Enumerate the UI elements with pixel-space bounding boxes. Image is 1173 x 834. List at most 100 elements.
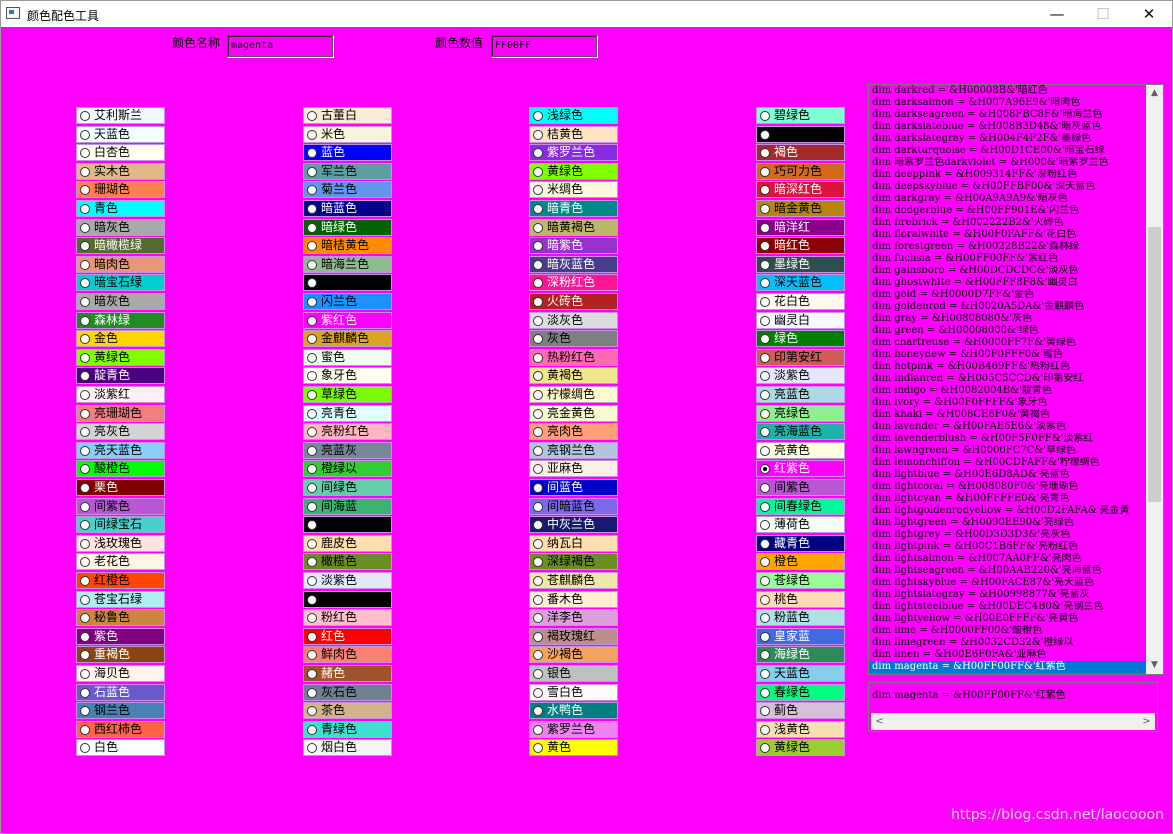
radio-button-icon[interactable] [307, 464, 317, 475]
radio-button-icon[interactable] [80, 501, 90, 512]
color-option[interactable]: 暗金黄色 [756, 200, 845, 217]
color-option[interactable]: 幽灵白 [756, 311, 845, 329]
list-item[interactable]: dim lightslategray = &H00998877&'亮蓝灰 [869, 589, 1147, 601]
radio-button-icon[interactable] [533, 129, 543, 140]
color-option[interactable] [303, 516, 392, 534]
color-option[interactable]: 紫罗兰色 [529, 720, 618, 738]
radio-button-icon[interactable] [760, 501, 770, 512]
color-option[interactable]: 西红柿色 [76, 720, 165, 738]
radio-button-icon[interactable] [760, 743, 770, 754]
color-code-listbox[interactable]: dim darkred = &H00008B&'暗红色 dim darksalmo… [868, 84, 1164, 675]
color-option[interactable]: 白色 [76, 739, 165, 757]
list-item[interactable]: dim lightsalmon = &H007AA0FF&'亮肉色 [869, 553, 1147, 565]
color-option[interactable]: 淡灰色 [529, 311, 618, 329]
radio-button-icon[interactable] [307, 352, 317, 363]
radio-button-icon[interactable] [533, 334, 543, 345]
scroll-down-arrow-icon[interactable]: ▼ [1146, 657, 1163, 674]
radio-button-icon[interactable] [760, 631, 770, 642]
radio-button-icon[interactable] [533, 576, 543, 586]
color-option[interactable]: 粉红色 [303, 609, 392, 627]
color-option[interactable]: 深绿褐色 [529, 553, 618, 571]
radio-button-icon[interactable] [760, 111, 770, 121]
radio-button-icon[interactable] [533, 297, 543, 307]
list-item[interactable]: dim khaki = &H008CE6F0&'黄褐色 [869, 409, 1147, 421]
color-option[interactable]: 银色 [529, 665, 618, 682]
radio-button-icon[interactable] [760, 148, 770, 159]
radio-button-icon[interactable] [760, 241, 770, 252]
color-option[interactable]: 淡紫色 [303, 572, 392, 589]
radio-button-icon[interactable] [307, 743, 317, 754]
color-option[interactable] [303, 590, 392, 608]
color-option[interactable]: 浅绿色 [529, 107, 618, 124]
output-horizontal-scrollbar[interactable]: < > [871, 713, 1155, 730]
list-item[interactable]: dim honeydew = &H00F0FFF0&'蜜色 [869, 349, 1147, 361]
list-item[interactable]: dim lawngreen = &H0000FC7C&'草绿色 [869, 445, 1147, 457]
radio-button-icon[interactable] [533, 557, 543, 568]
radio-button-icon[interactable] [307, 520, 317, 531]
list-item[interactable]: dim lightyellow = &H00E0FFFF&'亮黄色 [869, 613, 1147, 625]
code-output-box[interactable]: dim magenta = &H00FF00FF&'红紫色 < > [868, 682, 1158, 732]
list-item[interactable]: dim limegreen = &H0032CD32&'橙绿以 [869, 637, 1147, 649]
radio-button-icon[interactable] [760, 352, 770, 363]
color-option[interactable]: 暗海兰色 [303, 255, 392, 273]
color-option[interactable]: 象牙色 [303, 367, 392, 385]
radio-button-icon[interactable] [80, 241, 90, 252]
radio-button-icon[interactable] [307, 334, 317, 345]
color-option[interactable]: 苍绿色 [756, 572, 845, 589]
radio-button-icon[interactable] [80, 631, 90, 642]
radio-button-icon[interactable] [533, 613, 543, 624]
radio-button-icon[interactable] [80, 483, 90, 493]
radio-button-icon[interactable] [533, 445, 543, 456]
color-option[interactable]: 番木色 [529, 590, 618, 608]
radio-button-icon[interactable] [760, 427, 770, 438]
radio-button-icon[interactable] [307, 315, 317, 326]
color-option[interactable]: 紫色 [76, 627, 165, 645]
radio-button-icon[interactable] [80, 743, 90, 754]
color-option[interactable]: 褐色 [756, 144, 845, 162]
color-option[interactable]: 褐玫瑰红 [529, 627, 618, 645]
color-option[interactable]: 亮蓝色 [756, 386, 845, 403]
radio-button-icon[interactable] [533, 706, 543, 717]
radio-button-icon[interactable] [760, 222, 770, 233]
radio-button-icon[interactable] [307, 148, 317, 159]
color-option[interactable]: 深粉红色 [529, 274, 618, 292]
color-option[interactable]: 亮灰色 [76, 423, 165, 441]
radio-button-icon[interactable] [307, 371, 317, 382]
radio-button-icon[interactable] [760, 390, 770, 400]
radio-button-icon[interactable] [533, 166, 543, 177]
list-item[interactable]: dim lightseagreen = &H00AAB220&'亮海蓝色 [869, 565, 1147, 577]
radio-button-icon[interactable] [80, 557, 90, 568]
list-item[interactable]: dim lavender = &H00FAE6E6&'淡紫色 [869, 421, 1147, 433]
color-option[interactable]: 暗灰色 [76, 218, 165, 236]
color-option[interactable]: 亮钢兰色 [529, 441, 618, 459]
radio-button-icon[interactable] [760, 706, 770, 717]
color-option[interactable]: 钢兰色 [76, 702, 165, 720]
color-option[interactable]: 暗蓝色 [303, 200, 392, 217]
color-option[interactable]: 橙绿以 [303, 460, 392, 478]
radio-button-icon[interactable] [533, 204, 543, 214]
color-option[interactable]: 亮粉红色 [303, 423, 392, 441]
radio-button-icon[interactable] [533, 315, 543, 326]
list-item[interactable]: dim lemonchiffon = &H00CDFAFF&'柠檬绸色 [869, 457, 1147, 469]
radio-button-icon[interactable] [307, 297, 317, 307]
radio-button-icon[interactable] [80, 259, 90, 270]
radio-button-icon[interactable] [307, 706, 317, 717]
radio-button-icon[interactable] [533, 724, 543, 735]
color-option[interactable]: 亮黄色 [756, 441, 845, 459]
radio-button-icon[interactable] [760, 520, 770, 531]
radio-button-icon[interactable] [533, 259, 543, 270]
radio-button-icon[interactable] [307, 613, 317, 624]
color-option[interactable]: 巧可力色 [756, 162, 845, 180]
radio-button-icon[interactable] [307, 185, 317, 196]
color-option[interactable]: 米色 [303, 125, 392, 143]
radio-button-icon[interactable] [307, 204, 317, 214]
radio-button-icon[interactable] [533, 501, 543, 512]
color-option[interactable]: 秘鲁色 [76, 609, 165, 627]
color-option[interactable]: 花白色 [756, 293, 845, 310]
radio-button-icon[interactable] [307, 278, 317, 289]
radio-button-icon[interactable] [307, 687, 317, 698]
color-option[interactable]: 蓟色 [756, 702, 845, 720]
radio-button-icon[interactable] [80, 222, 90, 233]
color-option[interactable]: 暗肉色 [76, 255, 165, 273]
radio-button-icon[interactable] [760, 650, 770, 661]
